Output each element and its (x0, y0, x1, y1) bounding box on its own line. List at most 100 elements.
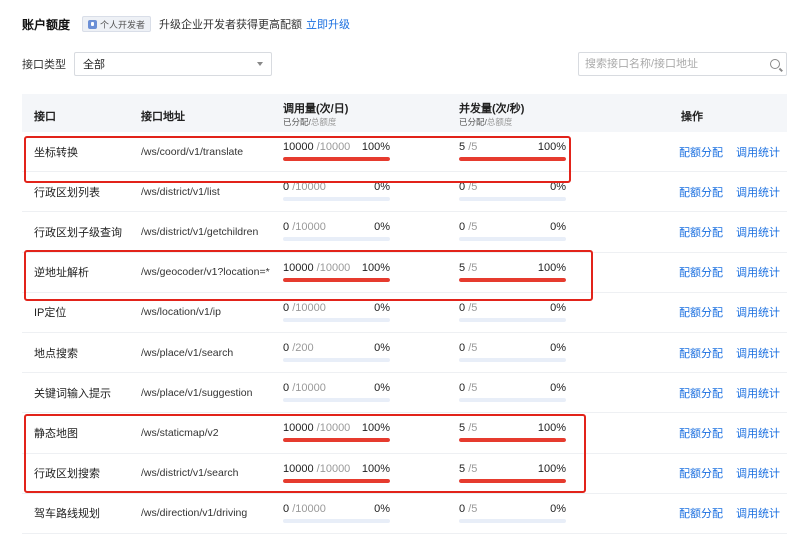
conc-progress-bar (459, 518, 566, 523)
api-name: 行政区划搜索 (34, 468, 100, 481)
api-name: 静态地图 (34, 427, 78, 440)
api-name: 行政区划列表 (34, 186, 100, 199)
call-stats-link[interactable]: 调用统计 (736, 132, 780, 171)
table-row: 静态地图/ws/staticmap/v2 10000 /10000 100% 5 /5… (22, 413, 787, 454)
conc-percent: 0% (550, 301, 566, 314)
quota-allocate-link[interactable]: 配额分配 (679, 333, 723, 372)
col-header-path: 接口地址 (141, 111, 185, 123)
quota-allocate-link[interactable]: 配额分配 (679, 413, 723, 452)
conc-values: 5 /5 (459, 422, 477, 434)
call-stats-link[interactable]: 调用统计 (736, 172, 780, 211)
conc-progress-bar (459, 317, 566, 322)
quota-allocate-link[interactable]: 配额分配 (679, 293, 723, 332)
call-stats-link[interactable]: 调用统计 (736, 373, 780, 412)
quota-allocate-link[interactable]: 配额分配 (679, 172, 723, 211)
api-name: 地点搜索 (34, 347, 78, 360)
quota-allocate-link[interactable]: 配额分配 (679, 454, 723, 493)
calls-used: 0 (283, 502, 290, 515)
upgrade-link[interactable]: 立即升级 (306, 16, 350, 32)
conc-total: /5 (468, 261, 478, 274)
quota-allocate-link[interactable]: 配额分配 (679, 494, 723, 533)
api-path: /ws/place/v1/suggestion (141, 386, 253, 399)
api-search-box (578, 52, 787, 76)
calls-total: /10000 (316, 422, 351, 435)
calls-progress-fill (283, 277, 390, 282)
calls-progress-bar (283, 157, 390, 161)
calls-progress-bar (283, 398, 390, 403)
conc-progress-fill (459, 277, 566, 282)
quota-allocate-link[interactable]: 配额分配 (679, 212, 723, 251)
calls-meter: 0 /10000 0% (283, 302, 390, 324)
calls-total: /10000 (316, 141, 351, 153)
calls-values: 0 /10000 (283, 221, 326, 233)
conc-progress-bar (459, 478, 566, 483)
call-stats-link[interactable]: 调用统计 (736, 494, 780, 533)
col-header-calls: 调用量(次/日) (283, 103, 349, 115)
concurrency-meter: 0 /5 0% (459, 503, 566, 525)
conc-percent: 100% (537, 462, 566, 475)
call-stats-link[interactable]: 调用统计 (736, 293, 780, 332)
calls-meter: 0 /10000 0% (283, 221, 390, 243)
call-stats-link[interactable]: 调用统计 (736, 212, 780, 251)
calls-used: 10000 (283, 422, 314, 435)
calls-percent: 0% (374, 341, 390, 354)
conc-values: 5 /5 (459, 262, 477, 274)
quota-allocate-link[interactable]: 配额分配 (679, 373, 723, 412)
calls-sub-allocated: 已分配/ (283, 117, 311, 127)
quota-allocate-link[interactable]: 配额分配 (679, 253, 723, 292)
conc-percent: 100% (537, 141, 566, 153)
call-stats-link[interactable]: 调用统计 (736, 253, 780, 292)
conc-progress-bar (459, 197, 566, 202)
conc-values: 0 /5 (459, 221, 477, 233)
conc-progress-fill (459, 157, 566, 161)
call-stats-link[interactable]: 调用统计 (736, 413, 780, 452)
developer-badge-icon (88, 19, 98, 29)
table-row: IP定位/ws/location/v1/ip 0 /10000 0% 0 /5 0% 配额… (22, 293, 787, 333)
conc-used: 5 (459, 261, 466, 274)
conc-total: /5 (468, 502, 478, 515)
api-path: /ws/location/v1/ip (141, 306, 221, 319)
calls-values: 10000 /10000 (283, 262, 350, 274)
conc-progress-bar (459, 277, 566, 282)
call-stats-link[interactable]: 调用统计 (736, 454, 780, 493)
conc-progress-bar (459, 157, 566, 161)
calls-values: 0 /10000 (283, 302, 326, 314)
calls-values: 0 /10000 (283, 503, 326, 515)
calls-meter: 10000 /10000 100% (283, 262, 390, 284)
conc-total: /5 (468, 301, 478, 314)
concurrency-meter: 0 /5 0% (459, 181, 566, 203)
api-path: /ws/district/v1/list (141, 185, 220, 198)
quota-allocate-link[interactable]: 配额分配 (679, 132, 723, 171)
calls-percent: 100% (361, 141, 390, 153)
concurrency-meter: 0 /5 0% (459, 382, 566, 404)
calls-meter: 10000 /10000 100% (283, 141, 390, 163)
conc-used: 5 (459, 141, 466, 153)
api-path: /ws/staticmap/v2 (141, 426, 219, 439)
calls-used: 0 (283, 181, 290, 194)
api-path: /ws/coord/v1/translate (141, 145, 244, 158)
search-icon[interactable] (770, 59, 780, 69)
developer-badge-label: 个人开发者 (100, 19, 146, 30)
api-path: /ws/geocoder/v1?location=* (141, 266, 270, 279)
conc-used: 0 (459, 382, 466, 395)
calls-meter: 0 /200 0% (283, 342, 390, 364)
api-type-select[interactable]: 全部 (74, 52, 272, 76)
quota-table-body: 坐标转换/ws/coord/v1/translate 10000 /10000 10… (22, 132, 787, 534)
api-name: 驾车路线规划 (34, 508, 100, 521)
conc-used: 5 (459, 422, 466, 435)
api-path: /ws/place/v1/search (141, 346, 234, 359)
upgrade-hint: 升级企业开发者获得更高配额 (159, 19, 303, 31)
col-header-name: 接口 (34, 111, 56, 123)
table-row: 行政区划子级查询/ws/district/v1/getchildren 0 /10… (22, 212, 787, 253)
calls-values: 10000 /10000 (283, 463, 350, 475)
calls-progress-bar (283, 277, 390, 282)
calls-values: 0 /10000 (283, 181, 326, 193)
call-stats-link[interactable]: 调用统计 (736, 333, 780, 372)
calls-meter: 10000 /10000 100% (283, 422, 390, 444)
api-search-input[interactable] (585, 58, 766, 70)
col-subheader-concurrency: 已分配/总额度 (459, 116, 512, 128)
calls-total: /10000 (292, 301, 326, 314)
table-row: 坐标转换/ws/coord/v1/translate 10000 /10000 10… (22, 132, 787, 173)
calls-values: 10000 /10000 (283, 422, 350, 434)
api-name: 坐标转换 (34, 146, 78, 159)
